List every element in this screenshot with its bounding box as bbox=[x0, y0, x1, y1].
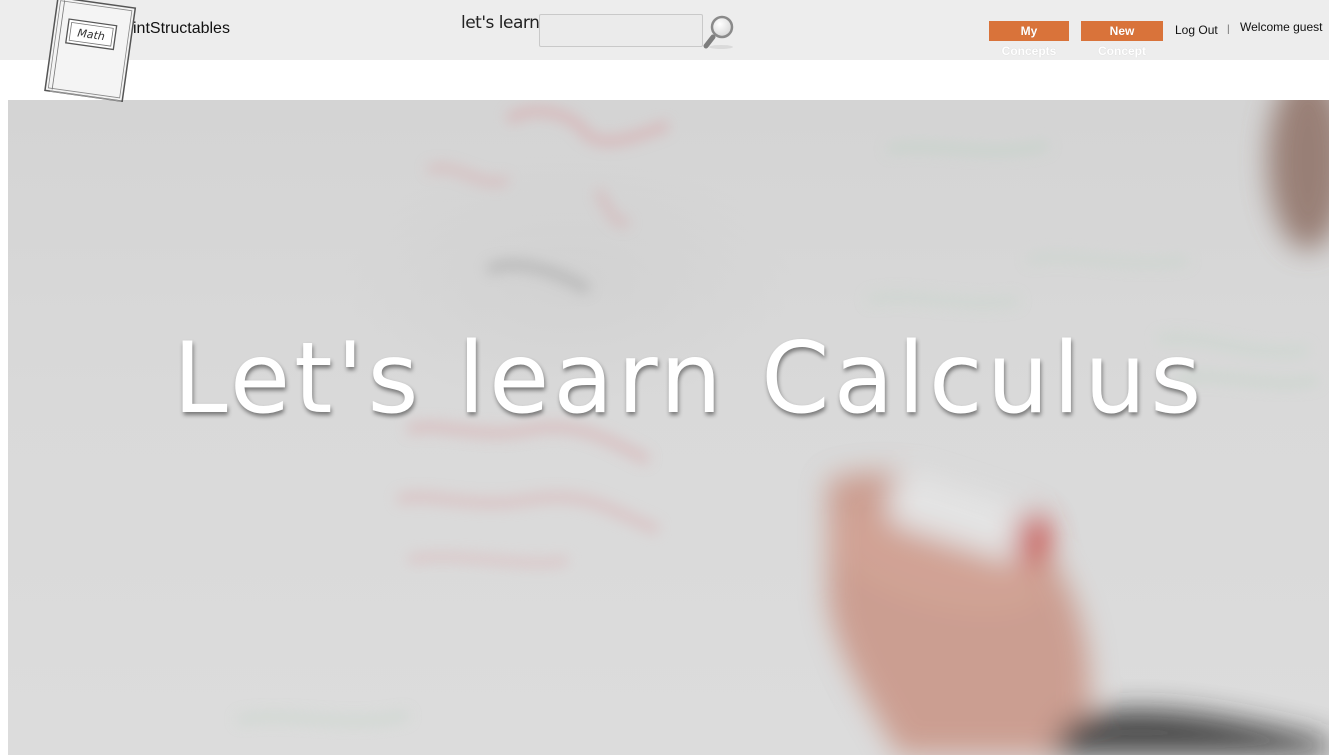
notebook-logo-icon: Math bbox=[44, 0, 137, 102]
my-concepts-button[interactable]: My Concepts bbox=[989, 21, 1069, 58]
search-button[interactable] bbox=[703, 13, 737, 49]
search-input[interactable] bbox=[539, 14, 703, 47]
new-concept-button[interactable]: New Concept bbox=[1081, 21, 1163, 58]
hero-title: Let's learn Calculus bbox=[173, 322, 1206, 436]
brand-name[interactable]: intStructables bbox=[133, 20, 230, 38]
logout-link[interactable]: Log Out bbox=[1175, 23, 1218, 37]
site-logo[interactable]: Math bbox=[38, 0, 138, 102]
magnifier-icon bbox=[703, 15, 734, 49]
search-label: let's learn bbox=[461, 13, 540, 33]
nav-divider: | bbox=[1227, 24, 1230, 35]
welcome-text: Welcome guest bbox=[1240, 20, 1323, 34]
hero-banner: Let's learn Calculus bbox=[8, 100, 1329, 755]
